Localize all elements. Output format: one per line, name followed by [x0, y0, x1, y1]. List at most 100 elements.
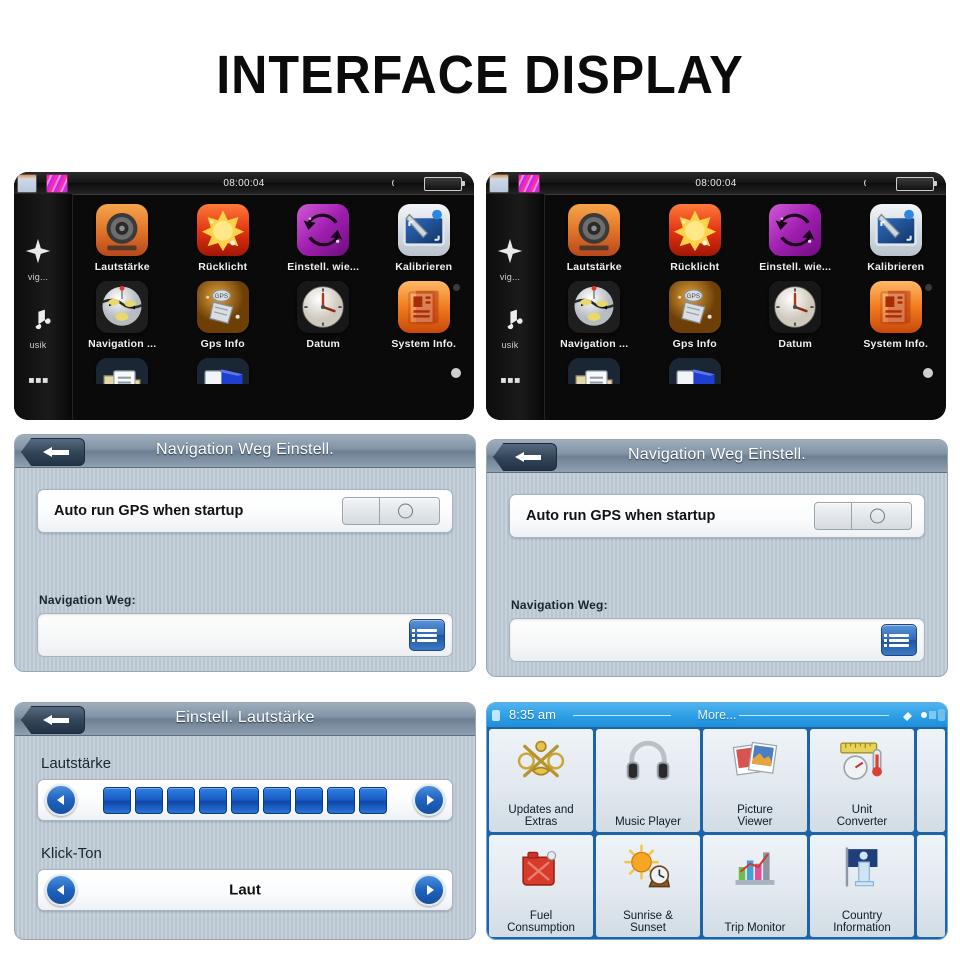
device-status-bar: 08:00:04NaNNaNNaNNaN: [14, 172, 474, 195]
device-app-label: Gps Info: [672, 338, 717, 350]
restore-refresh-icon[interactable]: [769, 204, 822, 256]
device-app-cell[interactable]: Navigation ...: [72, 281, 173, 350]
device-app-cell[interactable]: Navigation ...: [544, 281, 645, 350]
toggle-knob[interactable]: [870, 508, 885, 524]
more-tile[interactable]: Trip Monitor: [703, 834, 807, 937]
device-app-cell[interactable]: Kalibrieren: [374, 204, 475, 273]
restore-refresh-icon[interactable]: [297, 204, 350, 256]
clock-date-icon[interactable]: [769, 281, 822, 333]
device-app-cell[interactable]: [72, 358, 173, 384]
more-tile-partial[interactable]: [917, 834, 945, 937]
sidebar-item-navigation[interactable]: NaNvig...: [486, 236, 542, 282]
more-tile-label-line2: Converter: [836, 816, 888, 829]
volume-segment[interactable]: [199, 786, 227, 814]
more-tile[interactable]: Picture Viewer: [703, 729, 807, 832]
speaker-icon[interactable]: [96, 204, 149, 256]
device-app-cell[interactable]: GPS Gps Info: [173, 281, 274, 350]
volume-segment[interactable]: [359, 786, 387, 814]
sidebar-item-music[interactable]: usik: [14, 304, 70, 350]
device-app-label: Kalibrieren: [395, 261, 453, 273]
volume-segment[interactable]: [231, 786, 259, 814]
gps-info-icon[interactable]: GPS: [668, 281, 721, 333]
more-tile-label: Picture Viewer: [703, 804, 807, 828]
device-app-label: Datum: [778, 338, 813, 350]
device-app-label: Rücklicht: [198, 261, 248, 273]
blue-book-icon[interactable]: [668, 358, 721, 384]
device-app-cell[interactable]: [173, 358, 274, 384]
more-tile[interactable]: Music Player: [596, 729, 700, 832]
more-tile[interactable]: Updates and Extras: [489, 729, 593, 832]
device-app-row: Lautstärke Rücklicht Einstell. wie... Kalib…: [544, 204, 946, 273]
toggle-knob[interactable]: [398, 503, 413, 519]
auto-run-gps-row[interactable]: Auto run GPS when startup: [37, 489, 453, 533]
more-tile-partial[interactable]: [917, 729, 945, 832]
more-tile[interactable]: Sunrise & Sunset: [596, 834, 700, 937]
device-app-cell[interactable]: [645, 358, 746, 384]
system-info-icon[interactable]: [869, 281, 922, 333]
more-tile[interactable]: Unit Converter: [810, 729, 914, 832]
auto-run-gps-toggle[interactable]: [342, 497, 440, 525]
blue-book-icon[interactable]: [196, 358, 249, 384]
sun-brightness-icon[interactable]: [196, 204, 249, 256]
device-app-cell[interactable]: Rücklicht: [173, 204, 274, 273]
system-info-icon[interactable]: [397, 281, 450, 333]
battery-icon: [896, 177, 937, 191]
satellite-icon[interactable]: NaN: [901, 707, 917, 728]
clock-date-icon[interactable]: [297, 281, 350, 333]
device-app-cell[interactable]: System Info.: [374, 281, 475, 350]
screen-calibrate-icon[interactable]: [397, 204, 450, 256]
file-folder-icon[interactable]: [96, 358, 149, 384]
sidebar-item-music[interactable]: usik: [486, 304, 542, 350]
navigation-path-field[interactable]: [509, 618, 925, 662]
device-app-cell[interactable]: [544, 358, 645, 384]
svg-text:GPS: GPS: [686, 293, 700, 300]
volume-segment[interactable]: [295, 786, 323, 814]
more-tile[interactable]: Country Information: [810, 834, 914, 937]
device-app-cell[interactable]: System Info.: [846, 281, 947, 350]
device-app-cell[interactable]: Kalibrieren: [846, 204, 947, 273]
device-app-cell[interactable]: Rücklicht: [645, 204, 746, 273]
device-app-cell[interactable]: Einstell. wie...: [745, 204, 846, 273]
device-home-screenshot-left: 08:00:04NaNNaNNaNNaN NaNvig... usik NaN Laut…: [14, 172, 474, 420]
device-app-cell[interactable]: Datum: [273, 281, 374, 350]
gps-info-icon[interactable]: GPS: [196, 281, 249, 333]
screen-calibrate-icon[interactable]: [869, 204, 922, 256]
volume-slider-row[interactable]: [37, 779, 453, 821]
volume-segment[interactable]: [103, 786, 131, 814]
device-app-label: Kalibrieren: [867, 261, 925, 273]
device-app-row: Lautstärke Rücklicht Einstell. wie... Kalib…: [72, 204, 474, 273]
click-tone-row[interactable]: Laut: [37, 869, 453, 911]
device-app-grid: Lautstärke Rücklicht Einstell. wie... Kalib…: [544, 194, 946, 420]
volume-segment[interactable]: [327, 786, 355, 814]
device-app-cell[interactable]: GPS Gps Info: [645, 281, 746, 350]
device-app-cell[interactable]: Einstell. wie...: [273, 204, 374, 273]
more-tile-label-line1: Sunrise &: [623, 909, 673, 922]
speaker-icon[interactable]: [568, 204, 621, 256]
list-icon[interactable]: [881, 624, 917, 656]
more-tile-label: Country Information: [810, 910, 914, 934]
chevron-right-icon[interactable]: [413, 874, 445, 906]
chevron-left-icon[interactable]: [45, 784, 77, 816]
sidebar-item-navigation[interactable]: NaNvig...: [14, 236, 70, 282]
device-app-label: Einstell. wie...: [759, 261, 832, 273]
device-app-cell[interactable]: Datum: [745, 281, 846, 350]
auto-run-gps-toggle[interactable]: [814, 502, 912, 530]
navigation-path-icon[interactable]: [96, 281, 149, 333]
more-tile[interactable]: Fuel Consumption: [489, 834, 593, 937]
file-folder-icon[interactable]: [568, 358, 621, 384]
device-app-label: Gps Info: [200, 338, 245, 350]
auto-run-gps-row[interactable]: Auto run GPS when startup: [509, 494, 925, 538]
navigation-path-field[interactable]: [37, 613, 453, 657]
photos-icon: [729, 735, 781, 787]
volume-segment[interactable]: [263, 786, 291, 814]
volume-segment[interactable]: [167, 786, 195, 814]
device-app-cell[interactable]: Lautstärke: [544, 204, 645, 273]
sidebar-item-apps[interactable]: NaN: [486, 376, 542, 403]
chevron-right-icon[interactable]: [413, 784, 445, 816]
device-app-cell[interactable]: Lautstärke: [72, 204, 173, 273]
volume-segment[interactable]: [135, 786, 163, 814]
list-icon[interactable]: [409, 619, 445, 651]
sun-brightness-icon[interactable]: [668, 204, 721, 256]
navigation-path-icon[interactable]: [568, 281, 621, 333]
sidebar-item-apps[interactable]: NaN: [14, 376, 70, 403]
